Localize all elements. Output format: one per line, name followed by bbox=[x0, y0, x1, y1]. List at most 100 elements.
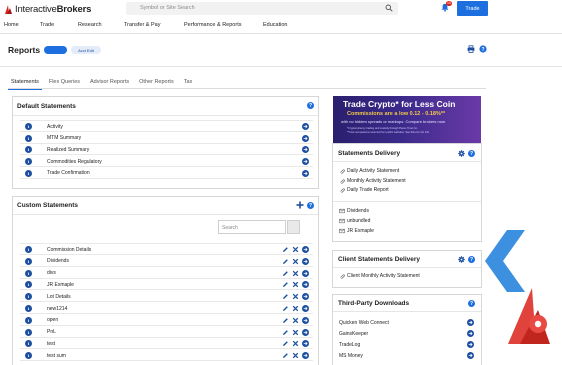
search-button[interactable] bbox=[287, 220, 300, 234]
delete-icon[interactable] bbox=[292, 340, 299, 347]
help-icon[interactable]: ? bbox=[468, 150, 475, 157]
search-icon[interactable] bbox=[385, 4, 393, 12]
nav-performance-reports[interactable]: Performance & Reports bbox=[184, 22, 241, 28]
delete-icon[interactable] bbox=[292, 281, 299, 288]
info-icon[interactable]: i bbox=[25, 146, 32, 154]
custom-statement-row[interactable]: i test sum bbox=[20, 350, 313, 362]
delete-icon[interactable] bbox=[292, 317, 299, 324]
delete-icon[interactable] bbox=[292, 352, 299, 359]
run-arrow-icon[interactable] bbox=[302, 257, 309, 265]
delete-icon[interactable] bbox=[292, 270, 299, 277]
info-icon[interactable]: i bbox=[25, 281, 32, 289]
third-party-download-row[interactable]: MS Money bbox=[337, 351, 477, 361]
site-search-input[interactable]: Symbol or Site Search bbox=[126, 2, 398, 15]
brand-logo[interactable]: InteractiveBrokers bbox=[4, 3, 91, 15]
edit-icon[interactable] bbox=[282, 340, 289, 347]
custom-statements-search-input[interactable]: Search bbox=[218, 220, 286, 234]
trade-button[interactable]: Trade bbox=[457, 1, 488, 16]
run-arrow-icon[interactable] bbox=[302, 328, 309, 336]
delivery-item[interactable]: Daily Activity Statement bbox=[347, 168, 399, 174]
run-arrow-icon[interactable] bbox=[302, 269, 309, 277]
info-icon[interactable]: i bbox=[25, 305, 32, 312]
run-arrow-icon[interactable] bbox=[302, 340, 309, 348]
account-edit-pill[interactable]: Acct Edit bbox=[71, 46, 101, 54]
info-icon[interactable]: i bbox=[25, 293, 32, 301]
help-icon[interactable]: ? bbox=[307, 102, 314, 109]
help-icon[interactable]: ? bbox=[468, 256, 475, 263]
custom-statement-row[interactable]: i test bbox=[20, 338, 313, 350]
custom-statement-row[interactable]: i PnL bbox=[20, 327, 313, 338]
nav-education[interactable]: Education bbox=[263, 22, 287, 28]
delete-icon[interactable] bbox=[292, 329, 299, 336]
info-icon[interactable]: i bbox=[25, 169, 32, 177]
custom-statement-row[interactable]: i open bbox=[20, 315, 313, 326]
account-selector-pill[interactable] bbox=[44, 46, 67, 54]
run-arrow-icon[interactable] bbox=[302, 169, 309, 177]
custom-statement-row[interactable]: i Commission Details bbox=[20, 244, 313, 255]
custom-statement-row[interactable]: i JR Exmaple bbox=[20, 279, 313, 291]
run-arrow-icon[interactable] bbox=[302, 305, 309, 312]
third-party-download-row[interactable]: TradeLog bbox=[337, 340, 477, 350]
info-icon[interactable]: i bbox=[25, 257, 32, 265]
help-icon[interactable]: ? bbox=[479, 45, 487, 53]
crypto-ad-banner[interactable]: Trade Crypto* for Less Coin Commissions … bbox=[333, 96, 481, 143]
info-icon[interactable]: i bbox=[25, 352, 32, 360]
edit-icon[interactable] bbox=[282, 352, 289, 359]
delivery-item[interactable]: Client Monthly Activity Statement bbox=[347, 273, 420, 279]
help-icon[interactable]: ? bbox=[307, 202, 314, 209]
edit-icon[interactable] bbox=[282, 293, 289, 300]
nav-transfer-pay[interactable]: Transfer & Pay bbox=[124, 22, 160, 28]
delivery-item[interactable]: Monthly Activity Statement bbox=[347, 178, 406, 184]
run-arrow-icon[interactable] bbox=[302, 316, 309, 324]
edit-icon[interactable] bbox=[282, 246, 289, 253]
edit-icon[interactable] bbox=[282, 281, 289, 288]
default-statement-row[interactable]: i Trade Confirmation bbox=[20, 168, 313, 179]
run-arrow-icon[interactable] bbox=[302, 352, 309, 360]
add-icon[interactable] bbox=[296, 201, 304, 209]
download-arrow-icon[interactable] bbox=[467, 319, 474, 326]
default-statement-row[interactable]: i Commodities Regulatory bbox=[20, 156, 313, 168]
info-icon[interactable]: i bbox=[25, 340, 32, 348]
edit-icon[interactable] bbox=[282, 270, 289, 277]
delivery-item[interactable]: Daily Trade Report bbox=[347, 187, 389, 193]
third-party-download-row[interactable]: GainsKeeper bbox=[337, 329, 477, 339]
info-icon[interactable]: i bbox=[25, 328, 32, 336]
run-arrow-icon[interactable] bbox=[302, 123, 309, 130]
download-arrow-icon[interactable] bbox=[467, 341, 474, 348]
nav-trade[interactable]: Trade bbox=[40, 22, 54, 28]
run-arrow-icon[interactable] bbox=[302, 246, 309, 253]
custom-statement-row[interactable]: i Lot Details bbox=[20, 291, 313, 303]
custom-statement-row[interactable]: i divs bbox=[20, 268, 313, 279]
delete-icon[interactable] bbox=[292, 246, 299, 253]
info-icon[interactable]: i bbox=[25, 269, 32, 277]
nav-research[interactable]: Research bbox=[78, 22, 102, 28]
default-statement-row[interactable]: i Realized Summary bbox=[20, 144, 313, 156]
default-statement-row[interactable]: i Activity bbox=[20, 121, 313, 132]
download-arrow-icon[interactable] bbox=[467, 330, 474, 337]
gear-icon[interactable] bbox=[458, 150, 465, 157]
edit-icon[interactable] bbox=[282, 258, 289, 265]
info-icon[interactable]: i bbox=[25, 158, 32, 166]
delivery-item[interactable]: Dividends bbox=[347, 208, 369, 214]
print-icon[interactable] bbox=[467, 45, 475, 53]
delivery-item[interactable]: unbundled bbox=[347, 218, 370, 224]
third-party-download-row[interactable]: Quicken Web Connect bbox=[337, 318, 477, 328]
download-arrow-icon[interactable] bbox=[467, 352, 474, 359]
run-arrow-icon[interactable] bbox=[302, 134, 309, 142]
info-icon[interactable]: i bbox=[25, 316, 32, 324]
edit-icon[interactable] bbox=[282, 317, 289, 324]
run-arrow-icon[interactable] bbox=[302, 158, 309, 166]
delivery-item[interactable]: JR Exmaple bbox=[347, 228, 374, 234]
run-arrow-icon[interactable] bbox=[302, 293, 309, 301]
default-statement-row[interactable]: i MTM Summary bbox=[20, 133, 313, 144]
info-icon[interactable]: i bbox=[25, 246, 32, 253]
info-icon[interactable]: i bbox=[25, 134, 32, 142]
custom-statement-row[interactable]: i Dividends bbox=[20, 256, 313, 267]
edit-icon[interactable] bbox=[282, 305, 289, 312]
gear-icon[interactable] bbox=[458, 256, 465, 263]
run-arrow-icon[interactable] bbox=[302, 281, 309, 289]
custom-statement-row[interactable]: i new1214 bbox=[20, 303, 313, 314]
help-icon[interactable]: ? bbox=[468, 300, 475, 307]
edit-icon[interactable] bbox=[282, 329, 289, 336]
run-arrow-icon[interactable] bbox=[302, 146, 309, 154]
